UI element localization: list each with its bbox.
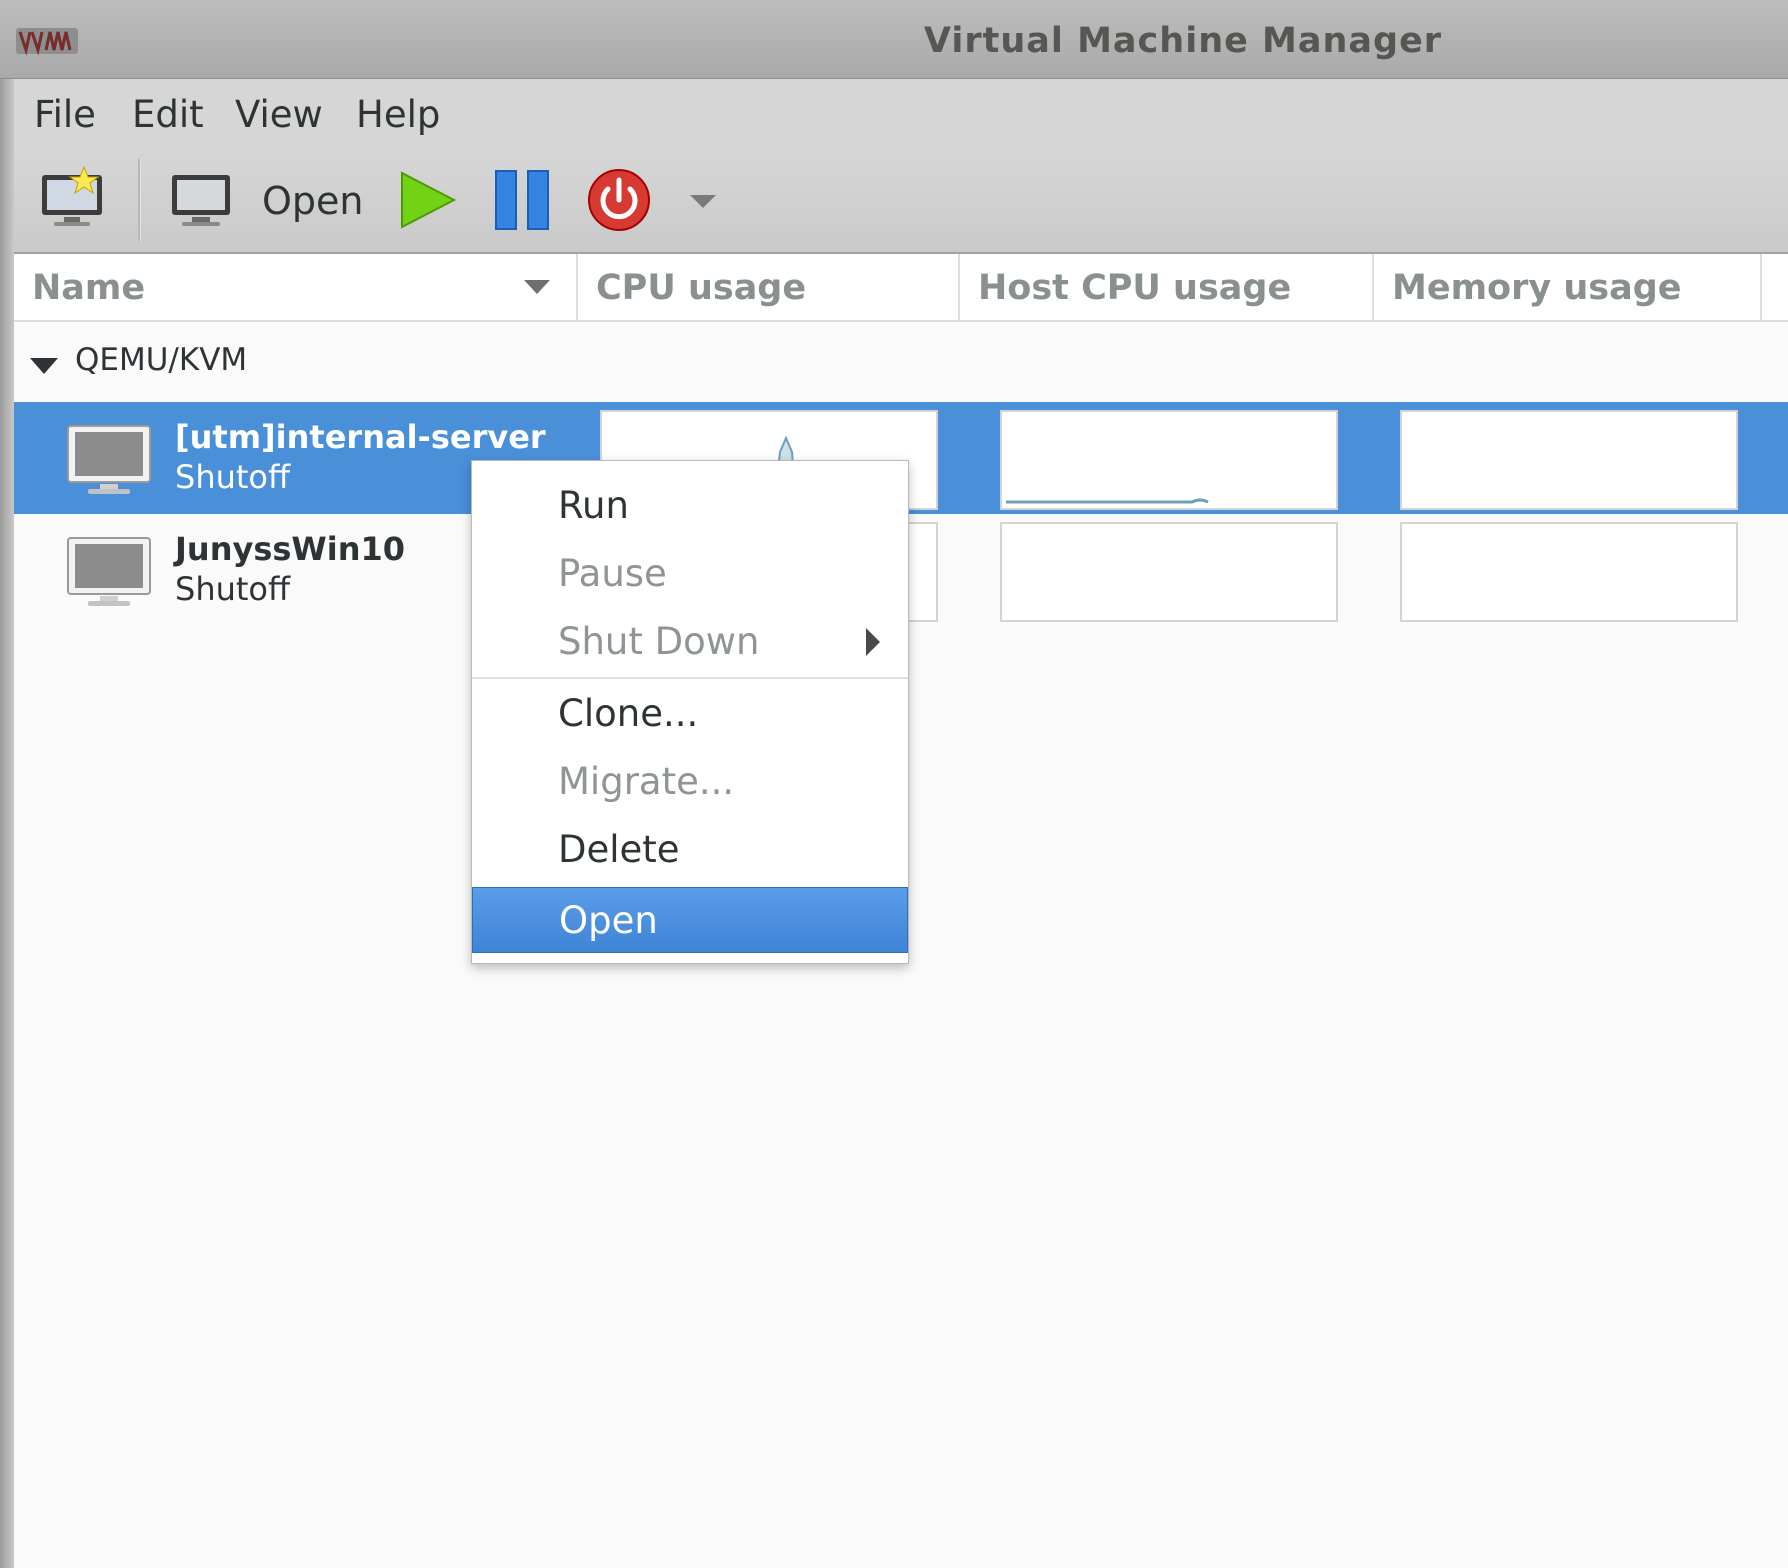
submenu-arrow-icon (866, 628, 880, 656)
window-title: Virtual Machine Manager (923, 21, 1443, 61)
chevron-down-icon (690, 195, 716, 208)
new-vm-icon (42, 165, 102, 226)
menu-item-migrate[interactable]: Migrate... (472, 749, 908, 815)
menu-edit[interactable]: Edit (132, 79, 204, 149)
pause-button[interactable] (492, 167, 554, 233)
menu-separator (472, 677, 908, 679)
menu-item-clone[interactable]: Clone... (472, 681, 908, 747)
vm-context-menu: Run Pause Shut Down Clone... Migrate... … (471, 460, 909, 964)
vm-name: [utm]internal-server (175, 418, 546, 456)
expander-triangle-icon[interactable] (30, 358, 58, 374)
toolbar-separator (138, 159, 141, 241)
menu-file[interactable]: File (34, 79, 96, 149)
host-cpu-usage-sparkline (1006, 498, 1209, 504)
memory-usage-graph (1400, 522, 1738, 622)
column-cpu-usage[interactable]: CPU usage (578, 254, 960, 320)
column-header-row: Name CPU usage Host CPU usage Memory usa… (14, 254, 1788, 322)
toolbar: Open (14, 149, 1788, 254)
menu-item-shut-down-label: Shut Down (558, 620, 760, 663)
power-icon (588, 169, 650, 231)
menu-item-pause[interactable]: Pause (472, 541, 908, 607)
new-vm-button[interactable] (36, 165, 108, 231)
column-name-label: Name (32, 268, 146, 308)
virt-manager-window: Virtual Machine Manager File Edit View H… (0, 0, 1788, 1568)
pause-icon (495, 170, 549, 230)
menu-item-open[interactable]: Open (472, 887, 908, 953)
sort-descending-icon (524, 280, 550, 294)
vm-monitor-icon (67, 537, 151, 606)
menu-item-shut-down[interactable]: Shut Down (472, 609, 908, 675)
menu-help[interactable]: Help (356, 79, 440, 149)
connection-row-qemu-kvm[interactable]: QEMU/KVM (14, 322, 1788, 402)
window-border (0, 0, 14, 1568)
column-name[interactable]: Name (14, 254, 578, 320)
menu-bar: File Edit View Help (14, 79, 1788, 149)
connection-label: QEMU/KVM (75, 342, 248, 378)
shutdown-button[interactable] (586, 167, 652, 233)
run-button[interactable] (396, 167, 460, 233)
host-cpu-usage-graph (1000, 522, 1338, 622)
column-host-cpu-usage[interactable]: Host CPU usage (960, 254, 1374, 320)
vm-monitor-icon (67, 425, 151, 494)
menu-view[interactable]: View (235, 79, 323, 149)
vm-status: Shutoff (175, 570, 291, 608)
menu-item-delete[interactable]: Delete (472, 817, 908, 883)
shutdown-menu-button[interactable] (686, 187, 720, 217)
monitor-icon (172, 175, 230, 226)
column-memory-usage[interactable]: Memory usage (1374, 254, 1762, 320)
host-cpu-usage-graph (1000, 410, 1338, 510)
vm-status: Shutoff (175, 458, 291, 496)
vm-name: JunyssWin10 (175, 530, 405, 568)
menu-item-run[interactable]: Run (472, 473, 908, 539)
title-bar[interactable]: Virtual Machine Manager (0, 0, 1788, 79)
play-icon (401, 171, 457, 229)
memory-usage-graph (1400, 410, 1738, 510)
open-button-label[interactable]: Open (262, 171, 364, 231)
